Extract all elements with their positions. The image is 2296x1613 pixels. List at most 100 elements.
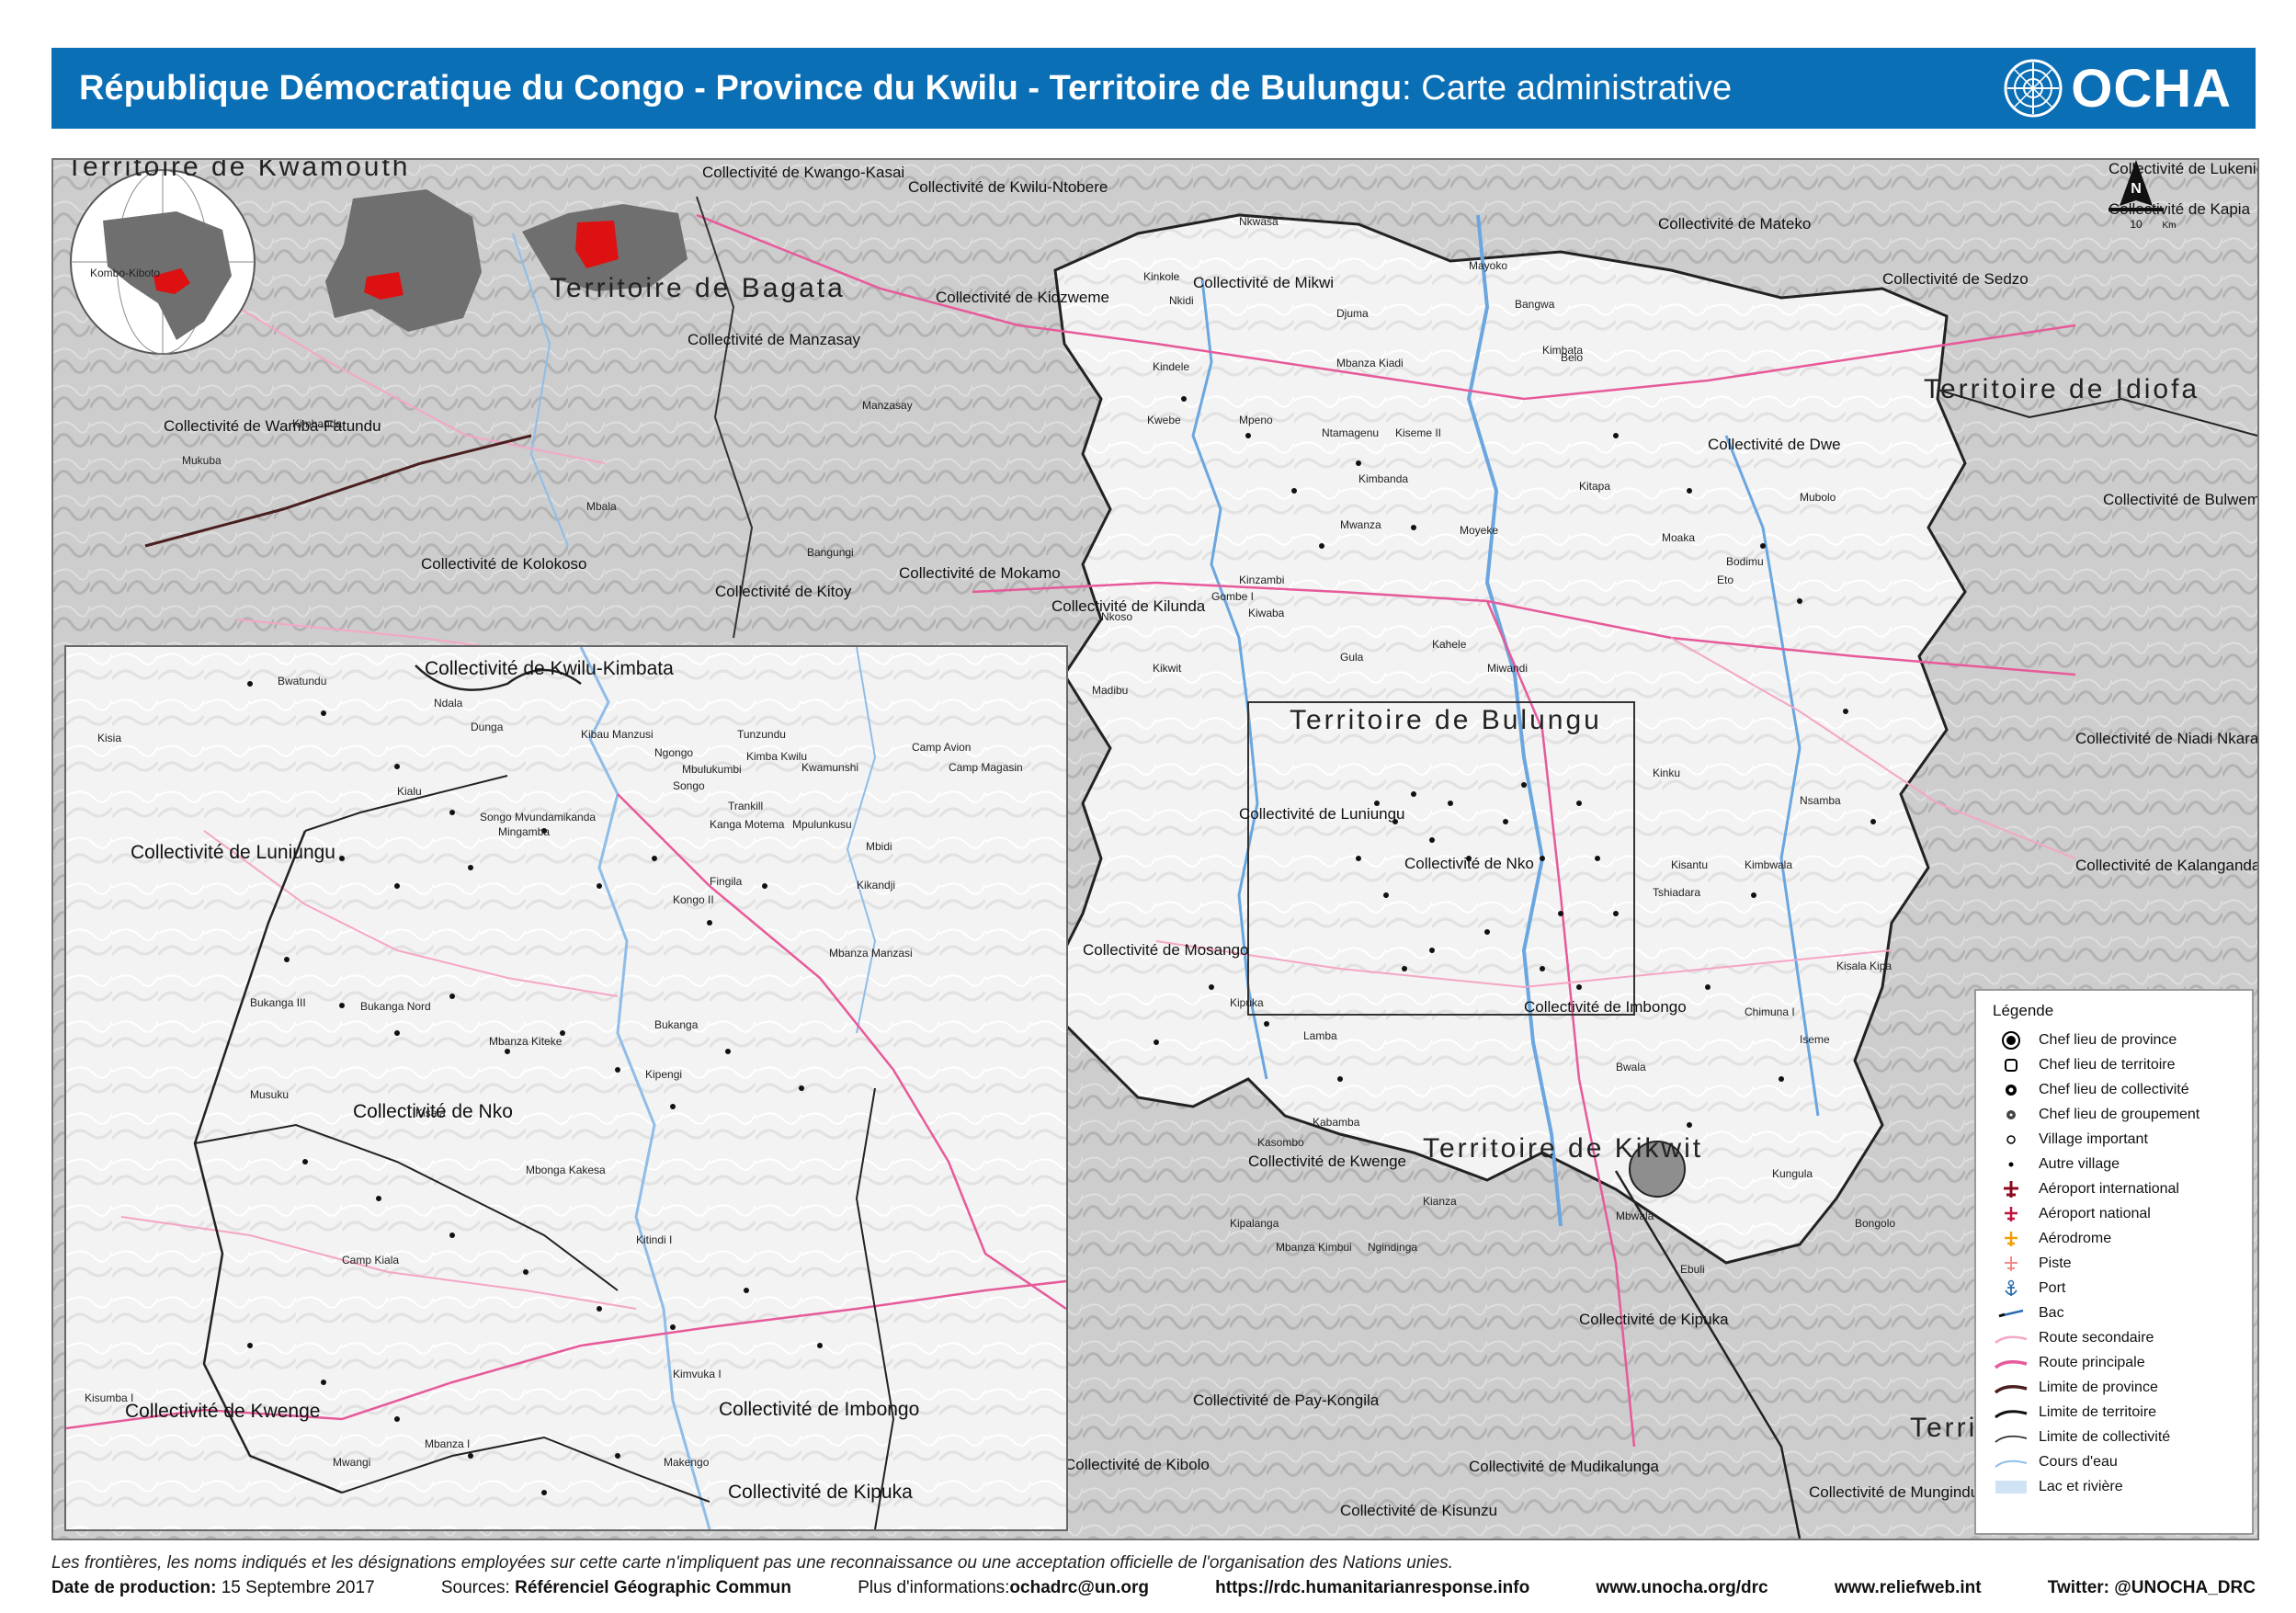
lac-riviere-fill-icon [1995, 1481, 2027, 1494]
village-label: Tshiadara [1653, 886, 1701, 899]
map-title-main: République Démocratique du Congo - Provi… [79, 69, 1403, 108]
village-label: Nkoso [1101, 610, 1133, 623]
footer-meta: Date de production: 15 Septembre 2017 So… [51, 1578, 2256, 1598]
inset-village: Mbanza Kiteke [489, 1035, 563, 1048]
label-territoire-idiofa: Territoire de Idiofa [1924, 374, 2200, 404]
disclaimer: Les frontières, les noms indiqués et les… [51, 1553, 1453, 1573]
village-label: Kungula [1772, 1167, 1813, 1180]
north-arrow: N 10 Km [2108, 160, 2177, 231]
village-label: Nkidi [1169, 294, 1194, 307]
village-label: Kiseme II [1395, 426, 1442, 439]
legend-panel: Légende Chef lieu de province Chef lieu … [1974, 989, 2254, 1535]
route-principale-line-icon [1994, 1360, 2028, 1369]
inset-village: Mbanza I [425, 1437, 471, 1450]
label-collectivite: Collectivité de Imbongo [1524, 998, 1687, 1016]
legend-item-limite-province: Limite de province [1993, 1377, 2250, 1399]
label-territoire-kwamouth: Territoire de Kwamouth [66, 158, 411, 182]
legend-item-lac: Lac et rivière [1993, 1476, 2250, 1498]
village-label: Mwanza [1340, 518, 1381, 531]
legend-item-aeroport-int: Aéroport international [1993, 1178, 2250, 1200]
village-label: Djuma [1336, 307, 1369, 320]
inset-village: Kisia [97, 732, 122, 744]
village-label: Kitapa [1579, 480, 1611, 493]
inset-village: Camp Magasin [949, 761, 1023, 774]
anchor-icon [2005, 1279, 2018, 1296]
chef-lieu-collectivite-icon [2006, 1085, 2017, 1096]
globe-locator [70, 169, 256, 355]
scale-unit: Km [2163, 221, 2177, 231]
inset-village: Kanga Motema [710, 818, 785, 831]
label-collectivite: Collectivité de Kibolo [1064, 1456, 1210, 1473]
village-label: Nsamba [1800, 794, 1841, 807]
label-collectivite: Collectivité de Bulwem [2103, 491, 2259, 508]
legend-item-collectivite: Chef lieu de collectivité [1993, 1079, 2250, 1101]
village-label: Kinkole [1143, 270, 1180, 283]
limite-collectivite-line-icon [1995, 1435, 2028, 1443]
village-label: Kimbwala [1745, 858, 1793, 871]
inset-village: Ngongo [654, 746, 694, 759]
village-label: Kinzambi [1239, 574, 1285, 586]
village-important-icon [2006, 1135, 2016, 1144]
legend-item-aeroport-nat: Aéroport national [1993, 1203, 2250, 1225]
aeroport-international-icon [2004, 1181, 2018, 1198]
inset-label-kwilu-kimbata: Collectivité de Kwilu-Kimbata [425, 658, 674, 679]
village-label: Ebuli [1680, 1263, 1705, 1276]
label-collectivite: Collectivité de Mateko [1658, 215, 1812, 233]
label-collectivite: Collectivité de Nko [1404, 855, 1534, 872]
inset-village: Camp Avion [912, 741, 972, 754]
map-title: République Démocratique du Congo - Provi… [79, 48, 1732, 129]
inset-village: Kisumba I [85, 1391, 134, 1404]
autre-village-icon [2008, 1162, 2014, 1167]
label-territoire-bagata: Territoire de Bagata [550, 273, 846, 303]
village-label: Mbala [586, 500, 617, 513]
label-collectivite: Collectivité de Wamba-Fatundu [164, 417, 381, 435]
village-label: Kikwit [1153, 662, 1182, 675]
inset-map-bulungu[interactable]: Collectivité de Kwilu-Kimbata Collectivi… [64, 645, 1068, 1531]
label-collectivite: Collectivité de Mokamo [899, 564, 1061, 582]
inset-village: Kialu [397, 785, 422, 798]
link-reliefweb[interactable]: www.reliefweb.int [1835, 1578, 1982, 1598]
inset-label-luniungu: Collectivité de Luniungu [131, 842, 335, 863]
inset-village: Mingamba [498, 825, 551, 838]
label-collectivite: Collectivité de Sedzo [1882, 270, 2029, 288]
label-collectivite: Collectivité de Mosango [1083, 941, 1249, 959]
ocha-logo: OCHA [2003, 57, 2232, 119]
label-collectivite: Collectivité de Kolokoso [421, 555, 587, 573]
village-label: Mbanza Kimbui [1276, 1241, 1352, 1254]
link-unocha[interactable]: www.unocha.org/drc [1596, 1578, 1767, 1598]
village-label: Kwebe [1147, 414, 1181, 426]
label-collectivite: Collectivité de Mungindu [1809, 1483, 1980, 1501]
title-banner: République Démocratique du Congo - Provi… [51, 48, 2256, 129]
village-label: Kisantu [1671, 858, 1709, 871]
limite-province-line-icon [1994, 1385, 2028, 1394]
chef-lieu-groupement-icon [2006, 1110, 2016, 1119]
village-label: Bangungi [807, 546, 854, 559]
drc-locator-map [325, 189, 482, 332]
village-label: Belo [1561, 351, 1584, 364]
village-label: Madibu [1092, 684, 1129, 697]
village-label: Eto [1717, 574, 1734, 586]
inset-village: Kimba Kwilu [746, 750, 808, 763]
inset-village: Fingila [710, 875, 743, 888]
map-title-separator: : [1402, 69, 1412, 108]
sources: Sources: Référenciel Géographic Commun [440, 1578, 792, 1597]
legend-item-territoire: Chef lieu de territoire [1993, 1054, 2250, 1076]
link-humanitarianresponse[interactable]: https://rdc.humanitarianresponse.info [1215, 1578, 1529, 1598]
inset-base [66, 647, 1066, 1529]
chef-lieu-province-icon [2002, 1031, 2020, 1050]
village-label: Kombo-Kiboto [90, 267, 161, 279]
village-label: Mbwala [1616, 1210, 1654, 1222]
village-label: Miwandi [1487, 662, 1529, 675]
label-collectivite: Collectivité de Kalanganda [2075, 857, 2259, 874]
village-label: Kahele [1432, 638, 1467, 651]
inset-village: Kwamunshi [801, 761, 859, 774]
inset-label-imbongo: Collectivité de Imbongo [719, 1399, 920, 1420]
un-emblem-icon [2004, 59, 2063, 118]
legend-item-groupement: Chef lieu de groupement [1993, 1104, 2250, 1126]
map-frame[interactable]: Territoire de Bagata Territoire de Bulun… [51, 158, 2259, 1540]
inset-label-kwenge: Collectivité de Kwenge [125, 1401, 321, 1422]
village-label: Kipuka [1230, 996, 1264, 1009]
village-label: Chimuna I [1745, 1005, 1795, 1018]
label-collectivite: Collectivité de Luniungu [1239, 805, 1405, 823]
label-territoire-bulungu: Territoire de Bulungu [1290, 705, 1602, 735]
